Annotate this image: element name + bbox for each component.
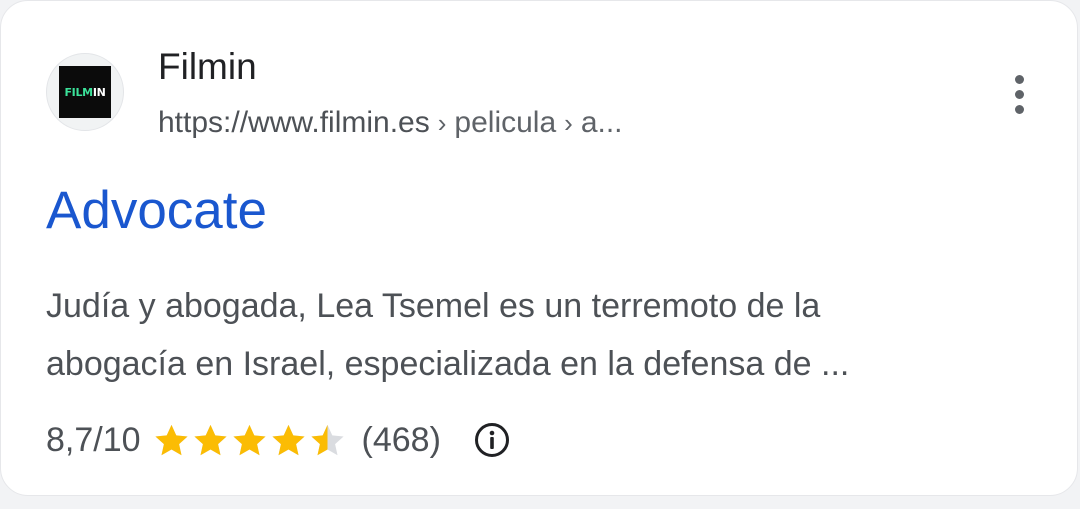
url-base: https://www.filmin.es [158, 106, 430, 139]
more-options-button[interactable] [999, 69, 1039, 119]
snippet-line: Judía y abogada, Lea Tsemel es un terrem… [46, 287, 821, 325]
more-vert-icon [1014, 74, 1024, 84]
star-rating [153, 422, 348, 459]
search-result-card: FILM IN Filmin https://www.filmin.es › peli… [0, 0, 1078, 496]
breadcrumb-separator: › [564, 108, 573, 138]
star-icon [271, 424, 305, 455]
logo-text-in: IN [92, 85, 106, 99]
filmin-logo: FILM IN [59, 66, 111, 118]
url-crumb: pelicula [454, 106, 557, 139]
review-count: (468) [361, 420, 441, 459]
star-icon [232, 424, 266, 455]
info-icon[interactable] [473, 421, 511, 459]
site-url-breadcrumb[interactable]: https://www.filmin.es › pelicula › a... [158, 103, 623, 143]
logo-text-film: FILM [64, 85, 93, 99]
rating-row: 8,7/10 (468) [46, 415, 511, 465]
url-crumb: a... [580, 106, 623, 139]
snippet-line: abogacía en Israel, especializada en la … [46, 345, 850, 383]
breadcrumb-separator: › [437, 108, 447, 138]
star-icon [193, 424, 227, 455]
star-icon [154, 424, 188, 455]
site-name[interactable]: Filmin [158, 45, 257, 89]
result-title-link[interactable]: Advocate [46, 179, 267, 243]
more-vert-icon [1014, 104, 1024, 114]
rating-score: 8,7/10 [46, 420, 141, 459]
result-snippet: Judía y abogada, Lea Tsemel es un terrem… [46, 277, 1006, 393]
star-icon [310, 424, 344, 455]
site-favicon[interactable]: FILM IN [46, 53, 124, 131]
more-vert-icon [1014, 89, 1024, 99]
